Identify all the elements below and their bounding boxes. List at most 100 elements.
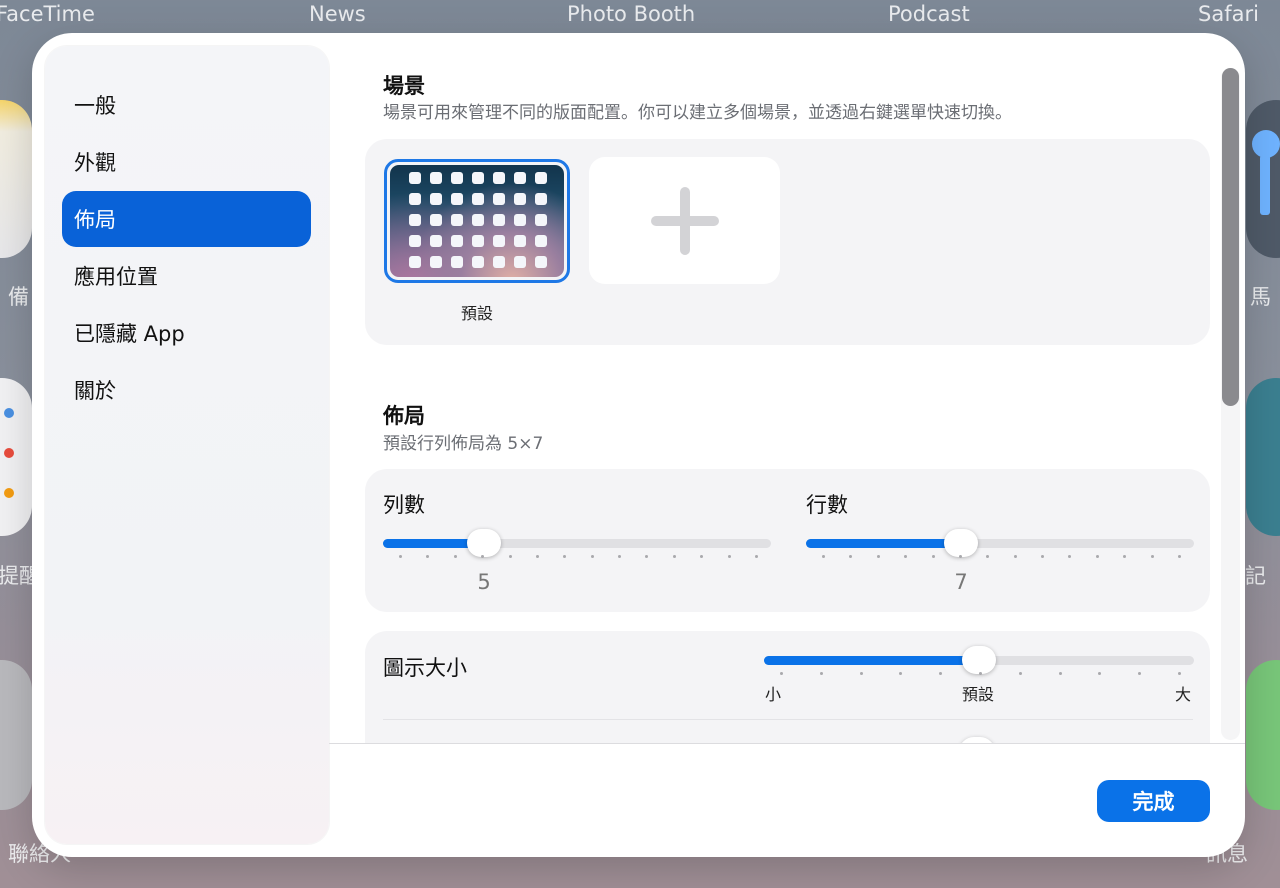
layout-subtitle: 預設行列佈局為 5×7 bbox=[383, 434, 544, 454]
app-icon-placeholder bbox=[493, 172, 505, 184]
slider-tick bbox=[673, 555, 676, 558]
sidebar-item-app-location[interactable]: 應用位置 bbox=[62, 248, 311, 304]
app-icon-placeholder bbox=[409, 214, 421, 226]
slider-tick bbox=[1151, 555, 1154, 558]
reminders-app-icon bbox=[0, 378, 32, 536]
icon-size-card bbox=[365, 631, 1210, 743]
bg-app-label-facetime: FaceTime bbox=[0, 2, 95, 26]
sidebar-item-label: 一般 bbox=[74, 94, 116, 118]
app-icon-placeholder bbox=[409, 256, 421, 268]
scrollbar-thumb[interactable] bbox=[1222, 68, 1239, 406]
slider-tick bbox=[1096, 555, 1099, 558]
app-icon-placeholder bbox=[451, 256, 463, 268]
settings-content[interactable]: 場景 場景可用來管理不同的版面配置。你可以建立多個場景，並透過右鍵選單快速切換。… bbox=[329, 33, 1245, 743]
app-icon-placeholder bbox=[472, 193, 484, 205]
app-icon-placeholder bbox=[514, 256, 526, 268]
sidebar-item-label: 佈局 bbox=[74, 208, 116, 232]
slider-knob[interactable] bbox=[962, 646, 996, 674]
slider-knob[interactable] bbox=[944, 529, 978, 557]
bg-app-label-news: News bbox=[309, 2, 366, 26]
app-icon-placeholder bbox=[472, 256, 484, 268]
slider-tick bbox=[1019, 672, 1022, 675]
slider-tick bbox=[1059, 672, 1062, 675]
app-icon-placeholder bbox=[472, 172, 484, 184]
app-icon-placeholder bbox=[472, 214, 484, 226]
app-icon-placeholder bbox=[472, 235, 484, 247]
app-icon-placeholder bbox=[430, 214, 442, 226]
app-icon-placeholder bbox=[535, 235, 547, 247]
icon-size-default-label: 預設 bbox=[962, 685, 995, 704]
slider-tick bbox=[591, 555, 594, 558]
slider-tick bbox=[1178, 555, 1181, 558]
app-icon-placeholder bbox=[430, 172, 442, 184]
slider-tick bbox=[959, 555, 962, 558]
sidebar-item-label: 應用位置 bbox=[74, 265, 158, 289]
app-icon-placeholder bbox=[430, 235, 442, 247]
app-icon-placeholder bbox=[514, 193, 526, 205]
done-button[interactable]: 完成 bbox=[1097, 780, 1210, 822]
messages-app-icon bbox=[1246, 660, 1280, 810]
bg-app-label-podcast: Podcast bbox=[888, 2, 970, 26]
icon-size-slider[interactable] bbox=[764, 646, 1194, 675]
app-icon-placeholder bbox=[493, 214, 505, 226]
scenes-subtitle: 場景可用來管理不同的版面配置。你可以建立多個場景，並透過右鍵選單快速切換。 bbox=[383, 103, 1012, 123]
freeform-app-icon bbox=[1246, 378, 1280, 536]
slider-tick bbox=[481, 555, 484, 558]
slider-tick bbox=[849, 555, 852, 558]
sidebar-item-appearance[interactable]: 外觀 bbox=[62, 134, 311, 190]
bg-app-label-safari: Safari bbox=[1198, 2, 1259, 26]
add-scene-button[interactable] bbox=[589, 157, 780, 284]
bg-app-label-freeform: 記 bbox=[1245, 564, 1266, 588]
sidebar-item-layout[interactable]: 佈局 bbox=[62, 191, 311, 247]
scene-tile-default[interactable] bbox=[384, 159, 570, 283]
slider-tick bbox=[986, 555, 989, 558]
slider-tick bbox=[1178, 672, 1181, 675]
notes-app-icon bbox=[0, 100, 32, 258]
slider-fill bbox=[806, 539, 961, 548]
sidebar-item-label: 已隱藏 App bbox=[74, 322, 185, 346]
slider-tick bbox=[645, 555, 648, 558]
slider-tick bbox=[728, 555, 731, 558]
slider-tick bbox=[700, 555, 703, 558]
sidebar-item-hidden-apps[interactable]: 已隱藏 App bbox=[62, 305, 311, 361]
slider-tick bbox=[877, 555, 880, 558]
slider-tick bbox=[780, 672, 783, 675]
slider-tick bbox=[618, 555, 621, 558]
slider-tick bbox=[1098, 672, 1101, 675]
settings-sidebar: 一般 外觀 佈局 應用位置 已隱藏 App 關於 bbox=[45, 46, 329, 844]
slider-tick bbox=[820, 672, 823, 675]
slider-tick bbox=[860, 672, 863, 675]
sidebar-item-general[interactable]: 一般 bbox=[62, 77, 311, 133]
rows-label: 行數 bbox=[806, 493, 848, 517]
slider-tick bbox=[755, 555, 758, 558]
columns-slider[interactable] bbox=[383, 529, 771, 558]
icon-size-label: 圖示大小 bbox=[383, 656, 467, 680]
layout-title: 佈局 bbox=[383, 404, 425, 428]
rows-slider[interactable] bbox=[806, 529, 1194, 558]
slider-tick bbox=[904, 555, 907, 558]
slider-tick bbox=[1068, 555, 1071, 558]
slider-tick bbox=[1041, 555, 1044, 558]
app-icon-placeholder bbox=[451, 172, 463, 184]
icon-size-min-label: 小 bbox=[765, 685, 782, 704]
app-icon-placeholder bbox=[535, 256, 547, 268]
slider-tick bbox=[1138, 672, 1141, 675]
contacts-app-icon bbox=[0, 660, 32, 810]
slider-tick bbox=[454, 555, 457, 558]
app-icon-placeholder bbox=[451, 193, 463, 205]
settings-dialog: 一般 外觀 佈局 應用位置 已隱藏 App 關於 場景 場景可用來管理不同的版面… bbox=[32, 33, 1245, 857]
slider-fill bbox=[764, 656, 979, 665]
slider-tick bbox=[899, 672, 902, 675]
columns-value: 5 bbox=[477, 570, 491, 594]
scene-preview-image bbox=[390, 165, 564, 277]
passwords-app-icon bbox=[1246, 100, 1280, 258]
app-icon-placeholder bbox=[451, 235, 463, 247]
bg-app-label-notes: 備 bbox=[8, 285, 29, 309]
app-icon-placeholder bbox=[514, 235, 526, 247]
bg-app-label-photo-booth: Photo Booth bbox=[567, 2, 696, 26]
scenes-title: 場景 bbox=[383, 74, 425, 98]
columns-label: 列數 bbox=[383, 493, 425, 517]
slider-tick bbox=[426, 555, 429, 558]
slider-knob[interactable] bbox=[467, 529, 501, 557]
sidebar-item-about[interactable]: 關於 bbox=[62, 362, 311, 418]
